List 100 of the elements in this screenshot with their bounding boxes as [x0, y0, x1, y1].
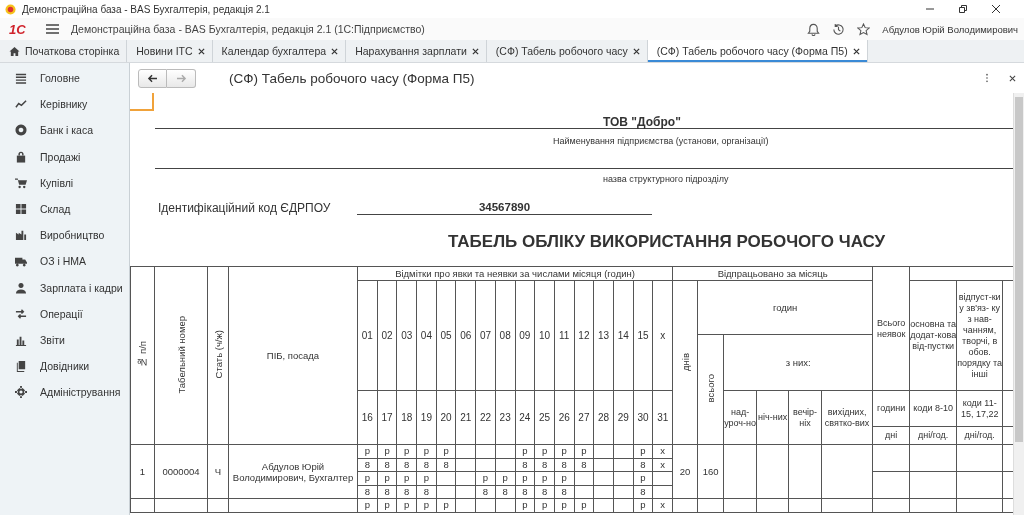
- sidebar-item[interactable]: Зарплата і кадри: [0, 274, 129, 301]
- history-icon[interactable]: [832, 22, 846, 36]
- close-icon[interactable]: [197, 47, 205, 55]
- tab[interactable]: (СФ) Табель робочого часу (Форма П5): [647, 40, 868, 62]
- table-cell: р: [475, 471, 496, 485]
- column-header: днів: [672, 280, 698, 445]
- close-icon[interactable]: [1009, 74, 1016, 82]
- user-name[interactable]: Абдулов Юрій Володимирович: [882, 23, 1018, 35]
- sidebar-item[interactable]: Адміністрування: [0, 379, 129, 406]
- sidebar-item[interactable]: Купівлі: [0, 169, 129, 196]
- column-header: години: [872, 390, 910, 427]
- trend-icon: [15, 98, 27, 111]
- column-header: 09: [515, 280, 535, 391]
- caption: Найменування підприємства (установи, організації): [553, 136, 769, 146]
- sidebar-item[interactable]: Довідники: [0, 353, 129, 380]
- truck-icon: [15, 255, 27, 268]
- back-button[interactable]: [138, 68, 167, 88]
- table-cell: 8: [357, 485, 378, 499]
- close-icon[interactable]: [471, 47, 479, 55]
- cell-cursor: [130, 93, 154, 111]
- table-cell: 8: [633, 458, 653, 472]
- person-icon: [15, 281, 27, 294]
- form-title: (СФ) Табель робочого часу (Форма П5): [229, 70, 475, 86]
- table-cell: р: [554, 498, 575, 512]
- table-cell: р: [534, 444, 555, 458]
- table-cell: 8: [515, 458, 535, 472]
- menu-icon[interactable]: [46, 24, 59, 34]
- coin-icon: [15, 124, 27, 137]
- column-header: 30: [633, 390, 653, 445]
- column-header: 06: [455, 280, 476, 391]
- column-header: 20: [436, 390, 456, 445]
- tab[interactable]: Нарахування зарплати: [346, 40, 487, 62]
- swap-arrows-icon: [15, 307, 27, 320]
- column-header: дні: [872, 426, 910, 445]
- table-cell: 8: [396, 458, 417, 472]
- company-name: ТОВ "Добро": [603, 115, 681, 129]
- sidebar-item[interactable]: Керівнику: [0, 91, 129, 118]
- column-header: 12: [574, 280, 594, 391]
- right-arrow-icon: [175, 73, 187, 83]
- logo: 1С: [9, 21, 27, 37]
- sidebar-item[interactable]: ОЗ і НМА: [0, 248, 129, 275]
- code-value: 34567890: [357, 201, 652, 215]
- table-cell: р: [357, 498, 378, 512]
- column-header: Відмітки про явки та неявки за числами місяця (годин): [357, 266, 673, 281]
- bell-icon[interactable]: [807, 22, 821, 36]
- sidebar-item[interactable]: Головне: [0, 65, 129, 92]
- close-icon[interactable]: [852, 47, 860, 55]
- table-cell: 8: [495, 485, 515, 499]
- column-header: 16: [357, 390, 378, 445]
- column-header: 07: [475, 280, 496, 391]
- column-header: 14: [613, 280, 634, 391]
- star-icon[interactable]: [857, 22, 871, 36]
- sidebar-item[interactable]: Продажі: [0, 143, 129, 170]
- table-cell: р: [357, 444, 378, 458]
- table-cell: р: [396, 444, 417, 458]
- more-icon[interactable]: [985, 73, 989, 83]
- close-icon[interactable]: [331, 47, 339, 55]
- scrollbar[interactable]: [1013, 93, 1024, 515]
- sidebar-item[interactable]: Виробництво: [0, 222, 129, 249]
- table-cell: 8: [554, 485, 575, 499]
- code-label: Ідентифікаційний код ЄДРПОУ: [158, 201, 332, 215]
- document-heading: ТАБЕЛЬ ОБЛІКУ ВИКОРИСТАННЯ РОБОЧОГО ЧАСУ: [448, 232, 886, 251]
- column-header: ніч-них: [756, 390, 789, 445]
- column-header: коди 8-10: [909, 390, 957, 427]
- column-header: 13: [593, 280, 614, 391]
- table-cell: х: [652, 444, 673, 458]
- table-cell: 8: [534, 458, 555, 472]
- table-cell: р: [633, 498, 653, 512]
- sidebar-item[interactable]: Склад: [0, 195, 129, 223]
- column-header: коди 11-15, 17,22: [956, 390, 1003, 427]
- close-icon[interactable]: [632, 47, 640, 55]
- table-cell: р: [633, 471, 653, 485]
- tab[interactable]: Новини ІТС: [127, 40, 213, 62]
- table-cell: р: [396, 498, 417, 512]
- table-cell: 8: [377, 485, 397, 499]
- cart-icon: [15, 176, 27, 189]
- sidebar-item[interactable]: Банк і каса: [0, 117, 129, 144]
- close-icon[interactable]: [991, 4, 1001, 14]
- table-cell: р: [436, 498, 456, 512]
- table-cell: 8: [534, 485, 555, 499]
- column-header: Стать (ч/ж): [207, 266, 229, 445]
- column-header: 08: [495, 280, 515, 391]
- tab[interactable]: (СФ) Табель робочого часу: [486, 40, 648, 62]
- table-cell: 160: [697, 444, 724, 499]
- column-header: 03: [396, 280, 417, 391]
- app-title: Демонстраційна база - BAS Бухгалтерія, редакція 2.1 (1С:Підприємство): [71, 23, 425, 35]
- tab[interactable]: Початкова сторінка: [0, 40, 128, 62]
- column-header: 29: [613, 390, 634, 445]
- sidebar-item[interactable]: Операції: [0, 300, 129, 327]
- table-cell: р: [416, 471, 437, 485]
- restore-icon[interactable]: [958, 4, 968, 14]
- sidebar-item[interactable]: Звіти: [0, 326, 129, 354]
- column-header: 24: [515, 390, 535, 445]
- table-cell: р: [515, 471, 535, 485]
- column-header: відпуст-ки у зв'яз- ку з нав-чанням, творчі, в обов. порядку та інші: [956, 280, 1003, 391]
- column-header: Табельний номер: [154, 266, 208, 445]
- tab[interactable]: Календар бухгалтера: [212, 40, 347, 62]
- table-cell: 8: [416, 458, 437, 472]
- table-cell: 8: [574, 458, 594, 472]
- table-cell: 8: [416, 485, 437, 499]
